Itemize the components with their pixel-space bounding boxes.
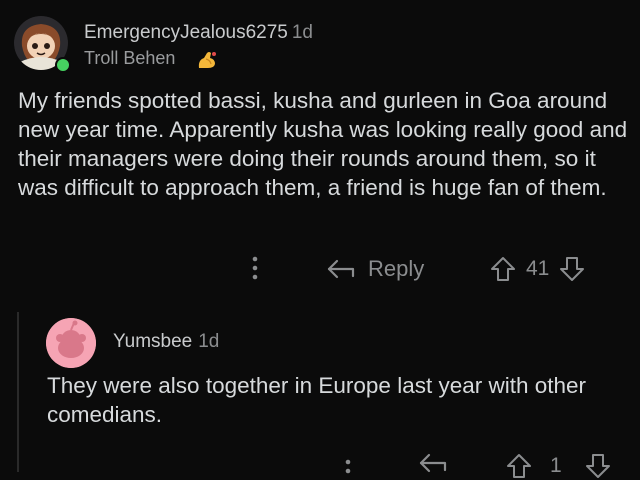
comment-body: My friends spotted bassi, kusha and gurl… (18, 88, 628, 200)
comment-author[interactable]: EmergencyJealous6275 1d (84, 22, 313, 44)
vote-score: 41 (526, 257, 550, 280)
online-status-dot (55, 57, 71, 73)
flexed-arm-icon (198, 52, 216, 68)
more-options-icon[interactable] (250, 255, 260, 281)
reply-author[interactable]: Yumsbee 1d (113, 331, 219, 353)
reply-reply-icon[interactable] (418, 452, 448, 474)
reply-arrow-icon (327, 259, 355, 279)
vote-control: 41 (490, 252, 585, 286)
upvote-icon[interactable] (490, 255, 516, 283)
reply-button[interactable]: Reply (326, 252, 424, 286)
reply-age: 1d (198, 331, 220, 352)
thread-line[interactable] (17, 312, 19, 472)
user-flair: Troll Behen (84, 48, 176, 68)
reply-label: Reply (368, 256, 425, 281)
reply-username-text[interactable]: Yumsbee (113, 331, 192, 352)
reply-more-options-icon[interactable] (343, 456, 353, 480)
reply-downvote-icon[interactable] (585, 452, 611, 480)
snoo-avatar-icon (46, 318, 96, 368)
reply-upvote-icon[interactable] (506, 452, 532, 480)
comment-age: 1d (291, 22, 313, 43)
reply-avatar[interactable] (46, 318, 96, 368)
username-text[interactable]: EmergencyJealous6275 (84, 22, 288, 43)
comment-actions: Reply 41 (0, 252, 640, 286)
reply-vote-score: 1 (550, 454, 562, 477)
reply-actions: 1 (0, 450, 640, 480)
reply-body: They were also together in Europe last y… (47, 373, 587, 427)
downvote-icon[interactable] (559, 255, 585, 283)
